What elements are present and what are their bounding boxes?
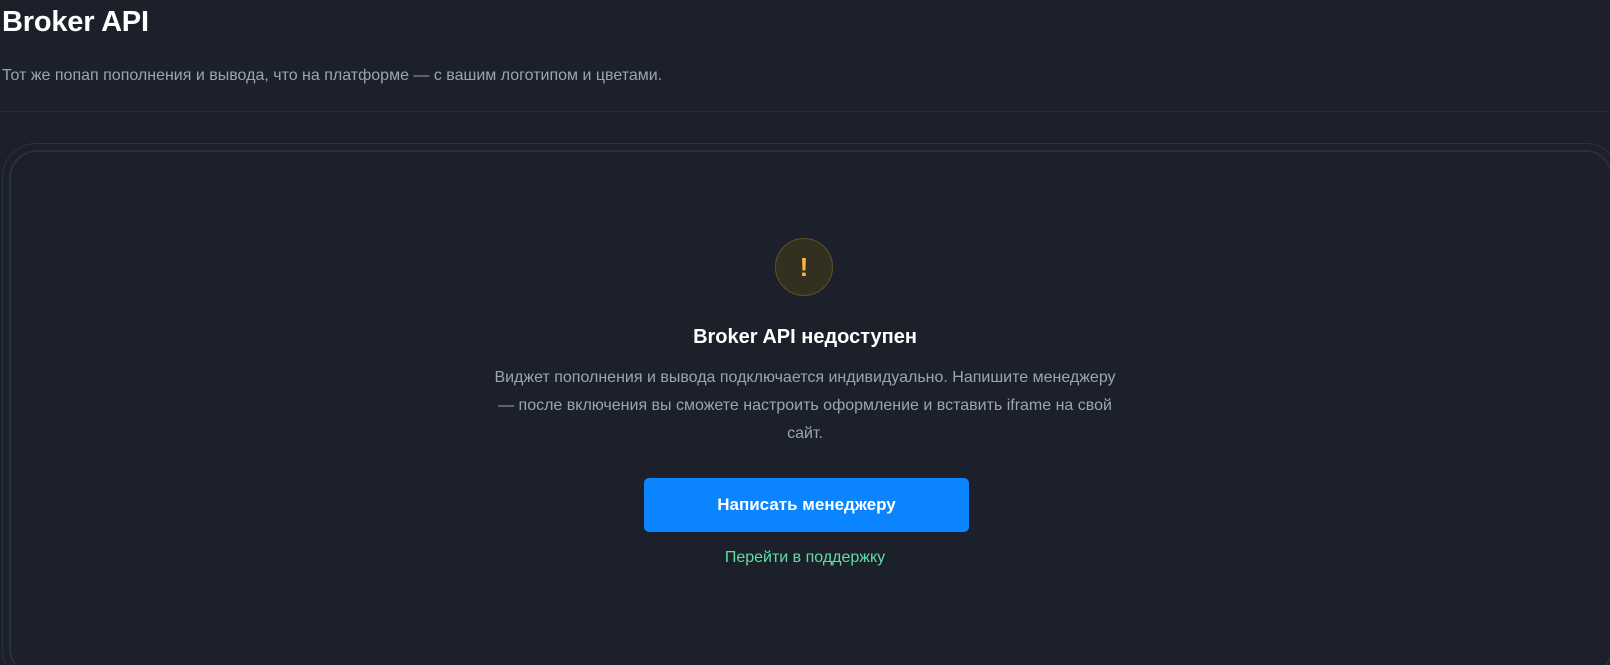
empty-state-title: Broker API недоступен bbox=[693, 326, 917, 348]
warning-badge: ! bbox=[775, 238, 833, 296]
page-subtitle: Тот же попап пополнения и вывода, что на… bbox=[2, 67, 663, 84]
header-divider bbox=[0, 111, 1610, 112]
support-link[interactable]: Перейти в поддержку bbox=[0, 546, 1610, 570]
exclamation-icon: ! bbox=[799, 252, 809, 282]
empty-state-description: Виджет пополнения и вывода подключается … bbox=[494, 369, 1116, 442]
contact-manager-button[interactable]: Написать менеджеру bbox=[644, 478, 969, 532]
page-title: Broker API bbox=[2, 6, 149, 38]
broker-api-page: Broker API Тот же попап пополнения и выв… bbox=[0, 0, 1610, 665]
